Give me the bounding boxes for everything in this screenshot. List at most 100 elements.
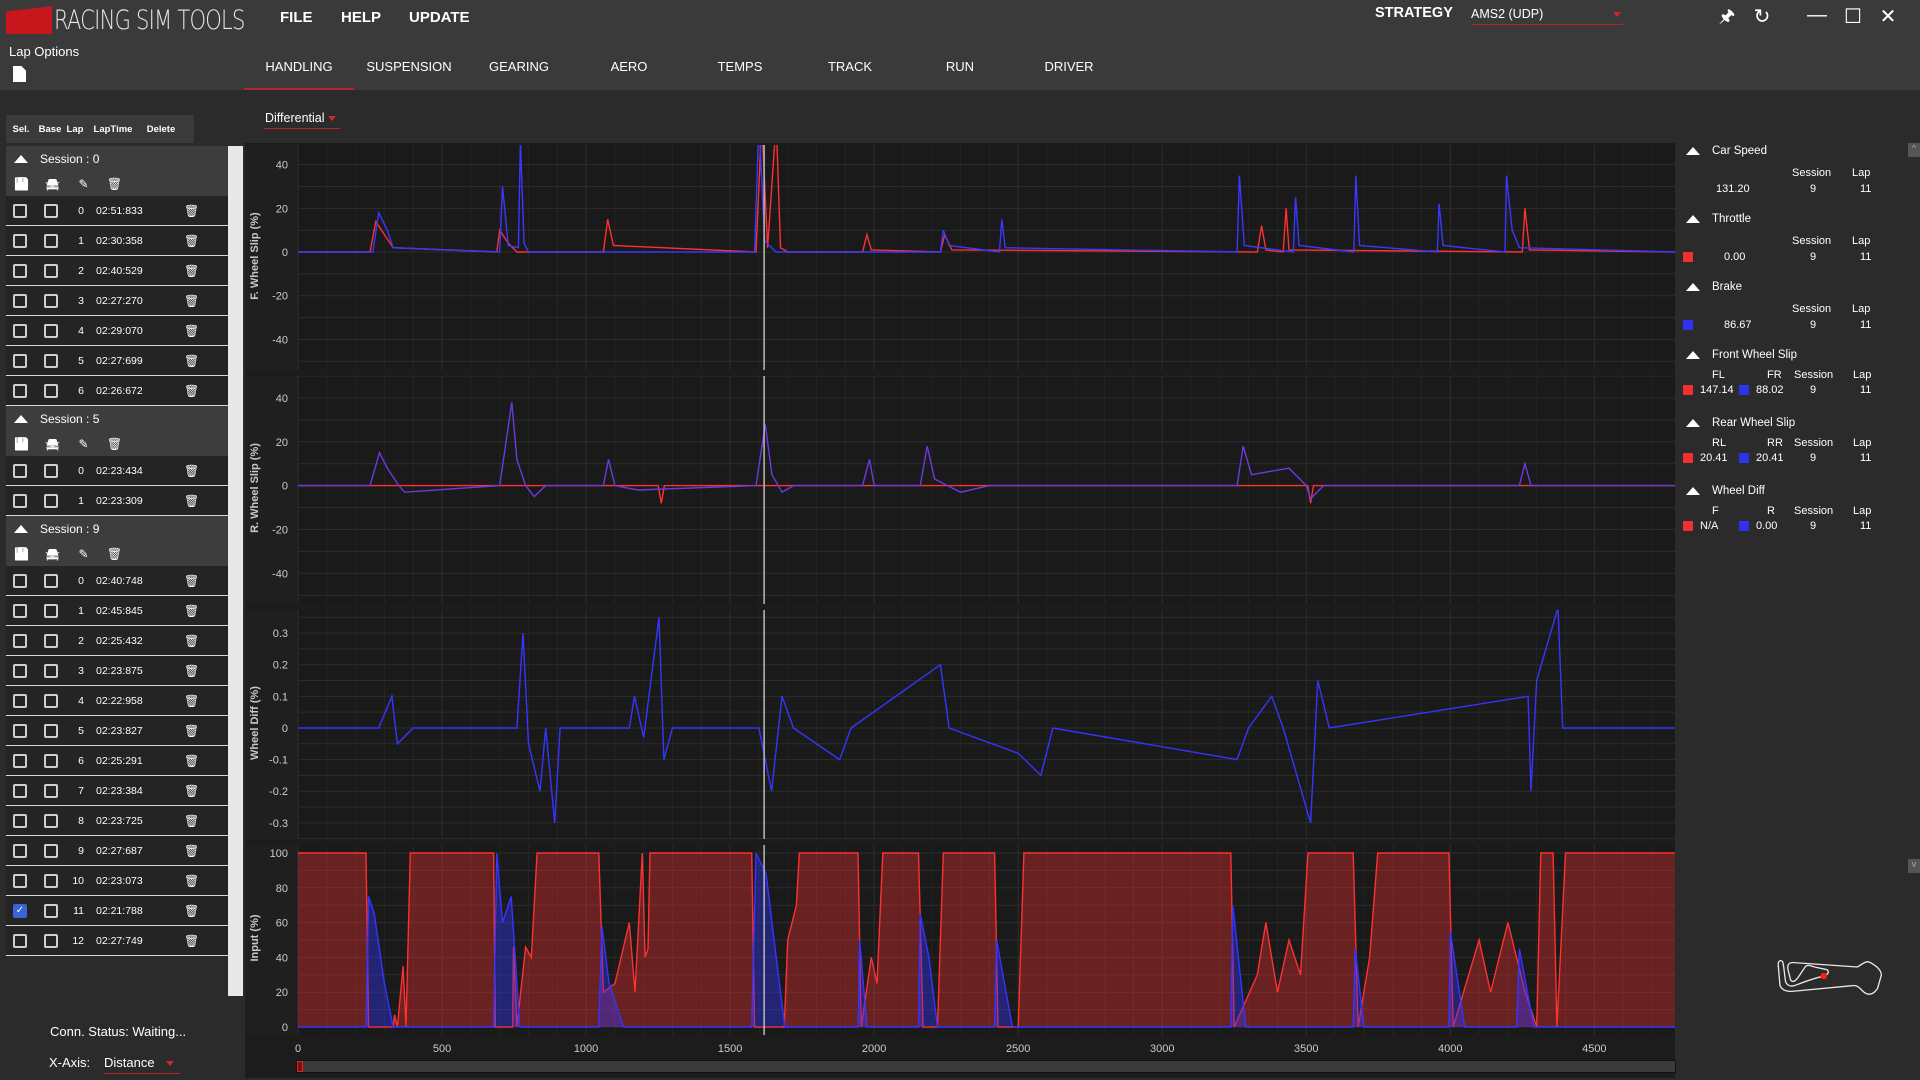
delete-lap-icon[interactable]: 🗑 (184, 724, 199, 738)
car-icon[interactable]: 🚘 (37, 547, 68, 561)
select-checkbox[interactable] (13, 933, 27, 948)
delete-icon[interactable]: 🗑 (99, 547, 130, 561)
info-panel-scrollbar[interactable]: ^ v (1908, 143, 1920, 873)
chart-svg[interactable]: 40 20 0 -20 -40 (245, 376, 1675, 604)
collapse-icon[interactable] (1686, 351, 1700, 359)
close-icon[interactable]: ✕ (1873, 4, 1903, 29)
base-checkbox[interactable] (44, 463, 58, 478)
collapse-icon[interactable] (1686, 147, 1700, 155)
x-axis-select[interactable]: Distance (104, 1055, 180, 1074)
delete-lap-icon[interactable]: 🗑 (184, 934, 199, 948)
delete-icon[interactable]: 🗑 (99, 177, 130, 191)
delete-lap-icon[interactable]: 🗑 (184, 494, 199, 508)
select-checkbox[interactable] (13, 843, 27, 858)
delete-lap-icon[interactable]: 🗑 (184, 784, 199, 798)
select-checkbox[interactable] (13, 493, 27, 508)
tab-handling[interactable]: HANDLING (244, 59, 354, 90)
scroll-down-icon[interactable]: v (1908, 859, 1920, 873)
session-header[interactable]: Session : 9 (6, 516, 228, 541)
chart-svg[interactable]: 40 20 0 -20 -40 (245, 145, 1675, 370)
lap-list-scrollbar[interactable] (228, 146, 243, 996)
base-checkbox[interactable] (44, 873, 58, 888)
base-checkbox[interactable] (44, 723, 58, 738)
base-checkbox[interactable] (44, 263, 58, 278)
tab-driver[interactable]: DRIVER (1014, 59, 1124, 90)
lap-row[interactable]: 0 02:40:748 🗑 (6, 566, 228, 596)
select-checkbox[interactable] (13, 633, 27, 648)
column-header[interactable]: Sel. (10, 124, 32, 135)
x-range-handle[interactable] (297, 1061, 303, 1072)
base-checkbox[interactable] (44, 903, 58, 918)
lap-row[interactable]: 12 02:27:749 🗑 (6, 926, 228, 956)
edit-icon[interactable]: ✎ (68, 437, 99, 451)
collapse-icon[interactable] (14, 524, 28, 533)
session-header[interactable]: Session : 5 (6, 406, 228, 431)
lap-row[interactable]: 0 02:51:833 🗑 (6, 196, 228, 226)
base-checkbox[interactable] (44, 383, 58, 398)
base-checkbox[interactable] (44, 353, 58, 368)
delete-lap-icon[interactable]: 🗑 (184, 754, 199, 768)
delete-lap-icon[interactable]: 🗑 (184, 324, 199, 338)
lap-row[interactable]: 5 02:23:827 🗑 (6, 716, 228, 746)
delete-lap-icon[interactable]: 🗑 (184, 814, 199, 828)
select-checkbox[interactable] (13, 323, 27, 338)
delete-lap-icon[interactable]: 🗑 (184, 234, 199, 248)
menu-file[interactable]: FILE (280, 9, 313, 26)
menu-help[interactable]: HELP (341, 9, 381, 26)
delete-lap-icon[interactable]: 🗑 (184, 604, 199, 618)
select-checkbox[interactable] (13, 263, 27, 278)
edit-icon[interactable]: ✎ (68, 177, 99, 191)
tab-suspension[interactable]: SUSPENSION (354, 59, 464, 90)
column-header[interactable]: Base (37, 124, 63, 135)
chart-svg[interactable]: 0.3 0.2 0.1 0 -0.1 -0.2 -0.3 (245, 610, 1675, 839)
select-checkbox[interactable] (13, 293, 27, 308)
info-header[interactable]: Throttle (1686, 213, 1751, 225)
column-header[interactable]: Lap (66, 124, 84, 135)
delete-lap-icon[interactable]: 🗑 (184, 844, 199, 858)
tab-run[interactable]: RUN (905, 59, 1015, 90)
collapse-icon[interactable] (1686, 215, 1700, 223)
tab-aero[interactable]: AERO (574, 59, 684, 90)
base-checkbox[interactable] (44, 493, 58, 508)
delete-lap-icon[interactable]: 🗑 (184, 694, 199, 708)
column-header[interactable]: LapTime (90, 124, 136, 135)
tab-gearing[interactable]: GEARING (464, 59, 574, 90)
select-checkbox[interactable] (13, 753, 27, 768)
save-icon[interactable]: 💾 (6, 437, 37, 451)
select-checkbox[interactable] (13, 873, 27, 888)
base-checkbox[interactable] (44, 573, 58, 588)
delete-lap-icon[interactable]: 🗑 (184, 204, 199, 218)
view-select[interactable]: Differential (264, 111, 340, 129)
collapse-icon[interactable] (1686, 487, 1700, 495)
lap-row[interactable]: 1 02:23:309 🗑 (6, 486, 228, 516)
lap-row[interactable]: 1 02:45:845 🗑 (6, 596, 228, 626)
save-icon[interactable]: 💾 (6, 547, 37, 561)
save-icon[interactable]: 💾 (6, 177, 37, 191)
delete-lap-icon[interactable]: 🗑 (184, 874, 199, 888)
x-range-scrollbar[interactable] (296, 1060, 1676, 1073)
tab-track[interactable]: TRACK (795, 59, 905, 90)
reset-icon[interactable]: ↻ (1747, 4, 1777, 29)
base-checkbox[interactable] (44, 813, 58, 828)
delete-lap-icon[interactable]: 🗑 (184, 634, 199, 648)
collapse-icon[interactable] (14, 154, 28, 163)
car-icon[interactable]: 🚘 (37, 177, 68, 191)
source-select[interactable]: AMS2 (UDP) (1471, 7, 1623, 25)
lap-row[interactable]: 0 02:23:434 🗑 (6, 456, 228, 486)
lap-row[interactable]: 6 02:26:672 🗑 (6, 376, 228, 406)
collapse-icon[interactable] (1686, 419, 1700, 427)
base-checkbox[interactable] (44, 293, 58, 308)
info-header[interactable]: Front Wheel Slip (1686, 349, 1797, 361)
lap-row[interactable]: 1 02:30:358 🗑 (6, 226, 228, 256)
delete-lap-icon[interactable]: 🗑 (184, 294, 199, 308)
select-checkbox[interactable] (13, 353, 27, 368)
base-checkbox[interactable] (44, 693, 58, 708)
minimize-icon[interactable]: — (1802, 4, 1832, 27)
lap-row[interactable]: 2 02:40:529 🗑 (6, 256, 228, 286)
delete-lap-icon[interactable]: 🗑 (184, 904, 199, 918)
base-checkbox[interactable] (44, 633, 58, 648)
collapse-icon[interactable] (14, 414, 28, 423)
lap-row[interactable]: 6 02:25:291 🗑 (6, 746, 228, 776)
info-header[interactable]: Brake (1686, 281, 1742, 293)
base-checkbox[interactable] (44, 753, 58, 768)
